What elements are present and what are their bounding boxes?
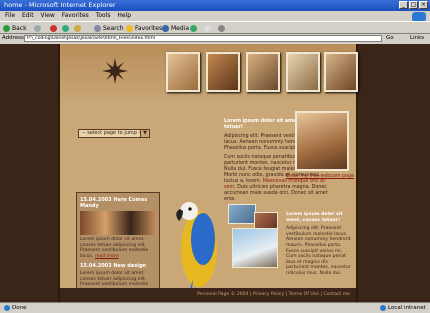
news-date: 15.04.2003 New design (80, 263, 147, 269)
browser-viewport: -- select page to jump -- ▼ Lorem ipsum … (0, 44, 430, 302)
mail-icon (204, 25, 211, 32)
toolbar: Back Search Favorites Media (0, 21, 430, 34)
page-icon (4, 304, 10, 311)
address-label: Address (2, 35, 24, 41)
portrait-photo (295, 111, 349, 171)
star-icon (126, 25, 133, 32)
chevron-down-icon: ▼ (140, 130, 149, 137)
menu-favorites[interactable]: Favorites (62, 12, 89, 19)
refresh-icon (62, 25, 69, 32)
window-title: home - Microsoft Internet Explorer (4, 1, 116, 9)
maximize-button[interactable]: □ (409, 1, 418, 9)
site-page: -- select page to jump -- ▼ Lorem ipsum … (58, 44, 358, 302)
globe-icon (380, 304, 386, 311)
news-photo (80, 211, 156, 235)
menu-bar: File Edit View Favorites Tools Help (0, 11, 430, 22)
header-photo (206, 52, 240, 92)
address-input[interactable]: P:\_coding\Donel\Jesak\Jesak\Site\html\_… (24, 35, 382, 42)
jump-page-select[interactable]: -- select page to jump -- ▼ (78, 129, 150, 138)
history-icon (190, 25, 197, 32)
printer-icon (218, 25, 225, 32)
search-icon (94, 25, 101, 32)
window-controls: _ □ × (399, 1, 428, 9)
menu-help[interactable]: Help (117, 12, 131, 19)
minimize-button[interactable]: _ (399, 1, 408, 9)
photo-collage (228, 204, 280, 270)
news-date: 15.04.2003 Here Comes Mandy (80, 197, 148, 209)
collage-photo (228, 204, 256, 224)
header-photo (166, 52, 200, 92)
sun-compass-icon (102, 58, 128, 84)
header-photo (246, 52, 280, 92)
close-button[interactable]: × (419, 1, 428, 9)
menu-edit[interactable]: Edit (22, 12, 34, 19)
address-bar: Address P:\_coding\Donel\Jesak\Jesak\Sit… (0, 34, 430, 43)
collage-photo (232, 228, 278, 268)
menu-view[interactable]: View (41, 12, 55, 19)
news-text: Lorem ipsum dolor sit amet, consec tetue… (80, 237, 149, 259)
go-button[interactable]: Go (386, 34, 394, 43)
side-text-section: Lorem ipsum dolor sit amet, consec tetue… (286, 212, 352, 277)
header-photo (324, 52, 358, 92)
side-paragraph: Adipiscing elit. Praesent vestibulum mol… (286, 226, 351, 276)
side-heading: Lorem ipsum dolor sit amet, consec tetue… (286, 212, 343, 223)
parrot-image (176, 202, 217, 302)
news-box: 15.04.2003 Here Comes Mandy Lorem ipsum … (76, 192, 160, 302)
header-photo (286, 52, 320, 92)
links-button[interactable]: Links (410, 34, 424, 43)
forward-arrow-icon (34, 25, 41, 32)
webcam-link[interactable]: Enter my free webcam page (286, 174, 354, 179)
stop-icon (50, 25, 57, 32)
menu-file[interactable]: File (5, 12, 15, 19)
site-header (60, 44, 358, 106)
status-bar: Done Local intranet (0, 302, 430, 313)
home-icon (74, 25, 81, 32)
site-footer: Personal Page © 2004 | Privacy Policy | … (60, 288, 356, 302)
media-icon (162, 25, 169, 32)
window-titlebar: home - Microsoft Internet Explorer _ □ × (0, 0, 430, 11)
menu-tools[interactable]: Tools (96, 12, 111, 19)
read-more-link[interactable]: read more (95, 254, 119, 259)
back-arrow-icon (3, 25, 10, 32)
